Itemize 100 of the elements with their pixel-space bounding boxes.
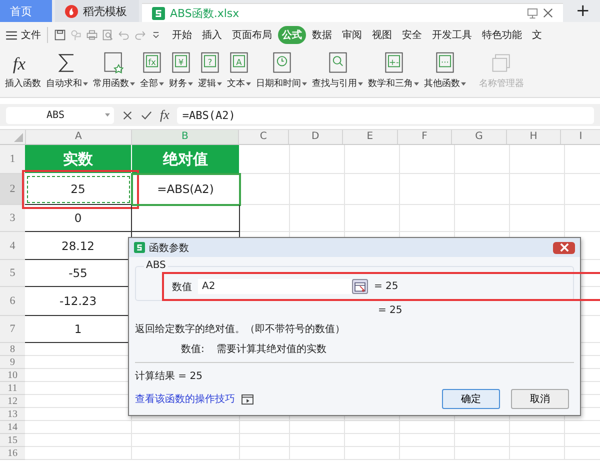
ribbon-button[interactable]: fx 插入函数 <box>5 51 41 90</box>
empty-cell <box>345 434 400 447</box>
ribbon-button[interactable]: 日期和时间 <box>256 51 307 90</box>
row-header[interactable]: 8 <box>0 343 25 356</box>
column-header[interactable]: E <box>342 130 397 144</box>
ribbon-tab[interactable]: 视图 <box>368 26 396 44</box>
formula-input[interactable]: =ABS(A2) <box>177 106 594 124</box>
video-icon[interactable] <box>241 394 254 404</box>
function-book-icon: A <box>227 51 251 75</box>
document-tab[interactable]: 稻壳模板 <box>55 0 139 22</box>
empty-cell <box>240 174 290 205</box>
column-title-cell: 绝对值 <box>132 145 240 174</box>
ribbon-button-label: 插入函数 <box>5 78 41 90</box>
empty-cell <box>240 447 290 460</box>
dialog-button[interactable]: 确定 <box>442 389 500 409</box>
row-header[interactable]: 7 <box>0 316 25 343</box>
ribbon-button[interactable]: 常用函数 <box>93 51 135 90</box>
row-header[interactable]: 1 <box>0 145 25 174</box>
name-box[interactable]: ABS <box>6 106 114 124</box>
column-header[interactable]: H <box>506 130 560 144</box>
ribbon-button[interactable]: fx 全部 <box>140 51 164 90</box>
ribbon-button[interactable]: ··· 其他函数 <box>424 51 466 90</box>
ribbon-button[interactable]: +- 数学和三角 <box>368 51 419 90</box>
empty-cell <box>290 174 345 205</box>
row-header[interactable]: 3 <box>0 205 25 232</box>
row-header[interactable]: 12 <box>0 395 25 408</box>
new-tab-button[interactable]: + <box>566 0 600 22</box>
row-header[interactable]: 15 <box>0 434 25 447</box>
ribbon-tab[interactable]: 审阅 <box>338 26 366 44</box>
ribbon-button[interactable]: 查找与引用 <box>312 51 363 90</box>
ribbon-button-label: 逻辑 <box>198 78 216 90</box>
print-preview-icon[interactable] <box>102 29 114 41</box>
chevron-down-icon[interactable] <box>150 29 162 41</box>
empty-cell <box>240 421 290 434</box>
argument-help-label: 数值: <box>181 343 204 356</box>
ribbon-tab[interactable]: 开始 <box>168 26 196 44</box>
ribbon-button[interactable]: 自动求和 <box>46 51 88 90</box>
check-icon[interactable] <box>141 110 152 120</box>
function-name: ABS <box>144 260 168 271</box>
row-header[interactable]: 9 <box>0 356 25 369</box>
range-select-icon <box>354 282 366 292</box>
empty-cell <box>345 447 400 460</box>
collapse-dialog-button[interactable] <box>352 279 368 294</box>
row-header[interactable]: 10 <box>0 369 25 382</box>
ribbon-tab[interactable]: 数据 <box>308 26 336 44</box>
empty-cell <box>400 447 455 460</box>
column-header[interactable]: C <box>238 130 288 144</box>
close-button[interactable] <box>553 242 575 254</box>
row-header[interactable]: 6 <box>0 287 25 316</box>
row-header[interactable]: 14 <box>0 421 25 434</box>
ribbon-button-label: 其他函数 <box>424 78 460 90</box>
empty-cell <box>400 174 455 205</box>
empty-cell <box>455 434 510 447</box>
column-title-cell: 实数 <box>25 145 132 174</box>
ribbon-tab[interactable]: 安全 <box>398 26 426 44</box>
column-header[interactable]: G <box>451 130 506 144</box>
ribbon-tab[interactable]: 页面布局 <box>228 26 276 44</box>
row-header[interactable]: 5 <box>0 260 25 287</box>
flame-icon <box>65 4 78 18</box>
monitor-icon[interactable] <box>526 8 538 18</box>
row-header[interactable]: 13 <box>0 408 25 421</box>
row-header[interactable]: 16 <box>0 447 25 460</box>
formula-result: = 25 <box>377 305 404 316</box>
row-header[interactable]: 4 <box>0 232 25 260</box>
tips-link[interactable]: 查看该函数的操作技巧 <box>135 392 235 406</box>
function-book-icon: ? <box>198 51 222 75</box>
empty-cell <box>290 434 345 447</box>
table-cell: 25 <box>25 174 132 205</box>
ribbon-button-label: 自动求和 <box>46 78 82 90</box>
function-book-icon: fx <box>140 51 164 75</box>
empty-cell <box>510 447 565 460</box>
ribbon-tab[interactable]: 特色功能 <box>478 26 526 44</box>
close-icon[interactable] <box>542 8 553 18</box>
column-header[interactable]: I <box>560 130 600 144</box>
ribbon-tab[interactable]: 文 <box>528 26 546 44</box>
row-header[interactable]: 11 <box>0 382 25 395</box>
empty-cell <box>400 434 455 447</box>
ribbon-tab[interactable]: 插入 <box>198 26 226 44</box>
dialog-button[interactable]: 取消 <box>511 389 569 409</box>
table-cell: 0 <box>25 205 132 232</box>
insert-function-button[interactable]: fx <box>160 107 170 123</box>
cancel-icon[interactable] <box>122 110 133 120</box>
function-icon: fx <box>11 51 35 75</box>
ribbon-button[interactable]: ? 逻辑 <box>198 51 222 90</box>
ribbon-button-label: 数学和三角 <box>368 78 413 90</box>
argument-input[interactable]: A2 <box>198 279 352 294</box>
save-icon[interactable] <box>54 29 66 41</box>
ribbon-button-label: 常用函数 <box>93 78 129 90</box>
spreadsheet-icon <box>152 6 165 20</box>
print-icon[interactable] <box>86 29 98 41</box>
column-header[interactable]: F <box>396 130 452 144</box>
empty-cell <box>510 421 565 434</box>
ribbon-button[interactable]: A 文本 <box>227 51 251 90</box>
function-star-icon <box>102 51 126 75</box>
argument-help: 需要计算其绝对值的实数 <box>216 342 326 356</box>
file-menu[interactable]: 文件 <box>6 28 41 42</box>
ribbon-button[interactable]: ¥ 财务 <box>169 51 193 90</box>
column-header[interactable]: D <box>288 130 342 144</box>
ribbon-tab[interactable]: 开发工具 <box>428 26 476 44</box>
empty-cell <box>510 174 565 205</box>
